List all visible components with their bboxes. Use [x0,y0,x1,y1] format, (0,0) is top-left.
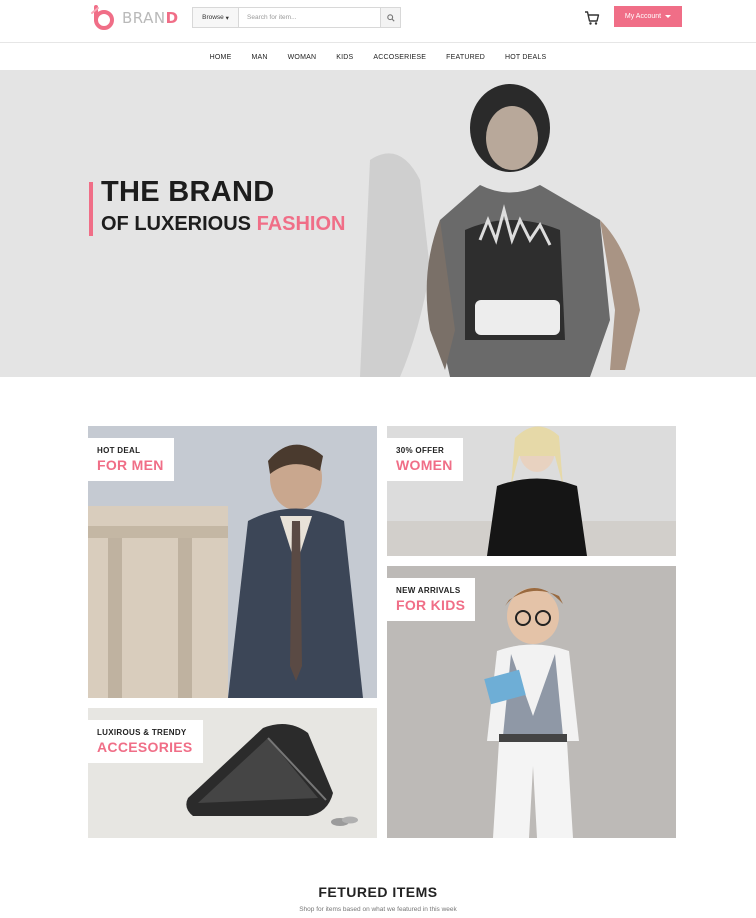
hero-title: THE BRAND [101,176,275,208]
site-header: BRAND Browse ▾ My Account [0,0,756,43]
brand-logo-icon [91,5,114,30]
tile-label-men: HOT DEAL FOR MEN [88,438,174,481]
search-bar: Browse ▾ [192,7,401,28]
tile-label-kids: NEW ARRIVALS FOR KIDS [387,578,476,621]
brand-logo[interactable]: BRAND [88,4,179,32]
cart-button[interactable] [584,10,600,26]
tile-label-women: 30% OFFER WOMEN [387,438,463,481]
nav-item-woman[interactable]: WOMAN [278,54,327,61]
nav-item-accessories[interactable]: ACCOSERIESE [363,54,436,61]
search-input[interactable] [239,8,380,27]
chevron-down-icon [665,15,672,18]
hero-accent-bar [89,182,93,236]
featured-section-title: FETURED ITEMS [318,884,438,900]
hero-model-image [360,84,640,377]
nav-item-hot-deals[interactable]: HOT DEALS [495,54,556,61]
cart-icon [585,11,600,25]
my-account-label: My Account [624,13,662,20]
main-nav: HOME MAN WOMAN KIDS ACCOSERIESE FEATURED… [0,44,756,70]
tile-label-accessories: LUXIROUS & TRENDY ACCESORIES [88,720,203,763]
brand-name: BRAND [122,9,179,27]
search-button[interactable] [380,8,400,27]
promo-tile-accessories[interactable]: LUXIROUS & TRENDY ACCESORIES [88,708,377,838]
promo-tile-kids[interactable]: NEW ARRIVALS FOR KIDS [387,566,676,838]
nav-item-man[interactable]: MAN [241,54,277,61]
hero-banner[interactable]: THE BRAND OF LUXERIOUS FASHION [0,70,756,377]
nav-item-home[interactable]: HOME [200,54,242,61]
promo-tile-women[interactable]: 30% OFFER WOMEN [387,426,676,556]
nav-item-kids[interactable]: KIDS [326,54,363,61]
search-icon [386,13,395,22]
hero-subtitle: OF LUXERIOUS FASHION [101,213,346,235]
my-account-button[interactable]: My Account [614,6,682,27]
promo-tile-men[interactable]: HOT DEAL FOR MEN [88,426,377,698]
nav-item-featured[interactable]: FEATURED [436,54,495,61]
browse-dropdown[interactable]: Browse ▾ [193,8,239,27]
featured-section-subtitle: Shop for items based on what we featured… [299,906,457,913]
